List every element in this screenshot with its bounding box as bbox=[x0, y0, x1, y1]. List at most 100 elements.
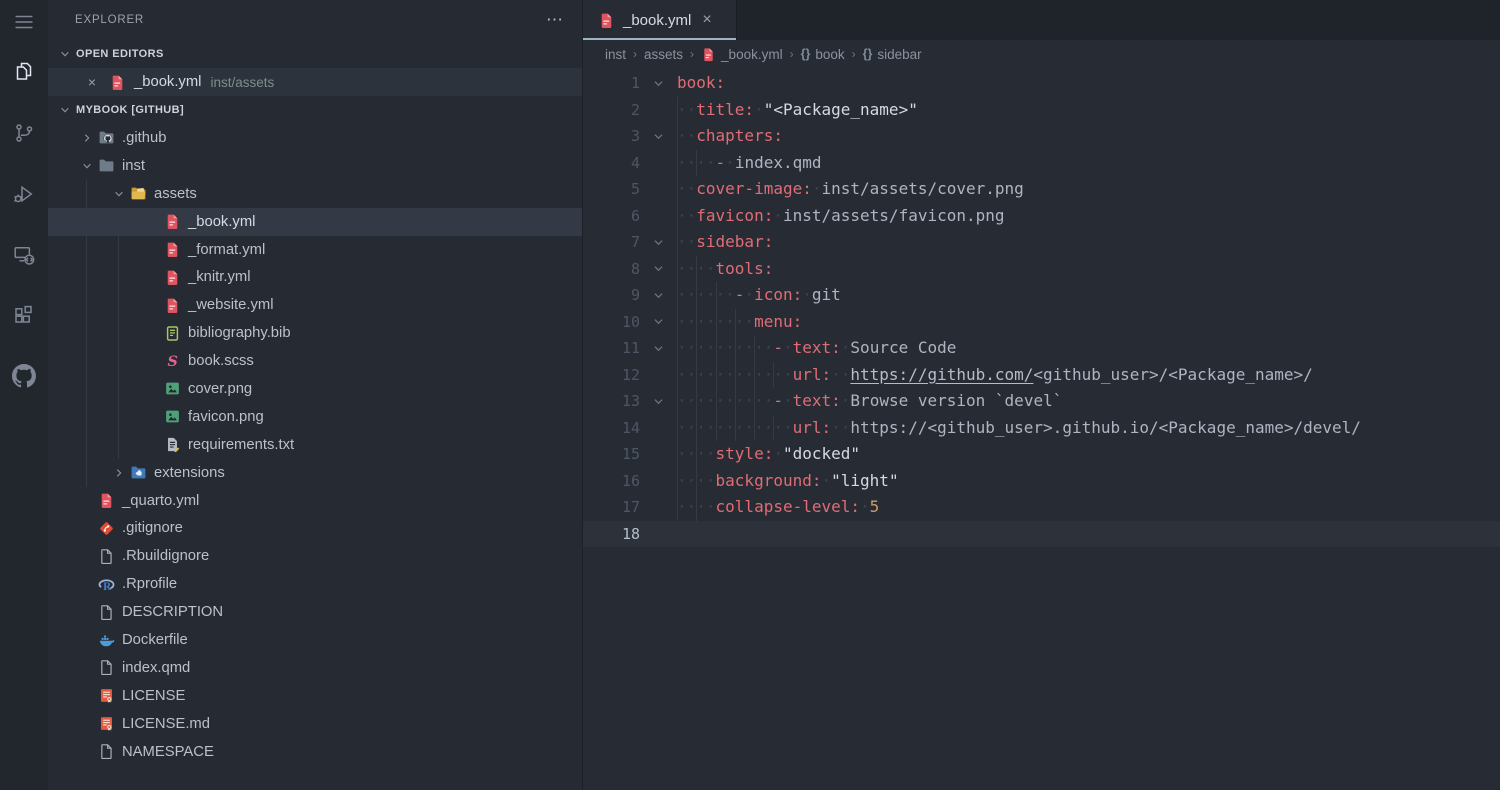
tree-item-bibliography-bib[interactable]: bibliography.bib bbox=[48, 319, 582, 347]
code-line-content[interactable]: ············url:··https://<github_user>.… bbox=[677, 415, 1500, 442]
tree-item-assets[interactable]: assets bbox=[48, 180, 582, 208]
code-line-content[interactable]: ····collapse-level:·5 bbox=[677, 494, 1500, 521]
explorer-titlebar: EXPLORER ⋯ bbox=[48, 0, 582, 40]
tree-item--rprofile[interactable]: R.Rprofile bbox=[48, 570, 582, 598]
code-line-content[interactable]: ··title:·"<Package_name>" bbox=[677, 97, 1500, 124]
source-control-icon[interactable] bbox=[0, 111, 48, 155]
whitespace-dot: · bbox=[802, 285, 812, 304]
tree-item-label: .Rbuildignore bbox=[122, 548, 209, 564]
tree-item-favicon-png[interactable]: favicon.png bbox=[48, 403, 582, 431]
line-number: 9 bbox=[583, 282, 640, 309]
fold-chevron-icon[interactable] bbox=[640, 229, 677, 256]
code-line-content[interactable]: ··········-·text:·Browse version `devel` bbox=[677, 388, 1500, 415]
breadcrumb-item-book[interactable]: {}book bbox=[801, 47, 845, 62]
tree-item-requirements-txt[interactable]: requirements.txt bbox=[48, 431, 582, 459]
tree-item--gitignore[interactable]: .gitignore bbox=[48, 514, 582, 542]
run-debug-icon[interactable] bbox=[0, 172, 48, 216]
code-line-content[interactable]: ········menu: bbox=[677, 309, 1500, 336]
indent-guide: ·· bbox=[735, 309, 754, 336]
indent-guide: ·· bbox=[677, 97, 696, 124]
code-line-content[interactable]: ····background:·"light" bbox=[677, 468, 1500, 495]
fold-chevron-icon[interactable] bbox=[640, 282, 677, 309]
extensions-icon[interactable] bbox=[0, 293, 48, 337]
code-line-content[interactable]: book: bbox=[677, 70, 1500, 97]
tree-item-inst[interactable]: inst bbox=[48, 152, 582, 180]
license-icon bbox=[98, 687, 115, 704]
more-actions-icon[interactable]: ⋯ bbox=[546, 15, 564, 25]
tree-item--website-yml[interactable]: _website.yml bbox=[48, 291, 582, 319]
code-token-val: inst/assets/favicon.png bbox=[783, 206, 1005, 225]
tree-item--book-yml[interactable]: _book.yml bbox=[48, 208, 582, 236]
close-icon[interactable]: × bbox=[84, 74, 100, 90]
whitespace-dot: ·· bbox=[831, 418, 850, 437]
tree-item--format-yml[interactable]: _format.yml bbox=[48, 236, 582, 264]
indent-guide: ·· bbox=[735, 335, 754, 362]
fold-chevron-icon[interactable] bbox=[640, 123, 677, 150]
chevron-down-icon[interactable] bbox=[76, 159, 98, 173]
chevron-right-icon[interactable] bbox=[108, 466, 130, 480]
code-line-content[interactable]: ··cover-image:·inst/assets/cover.png bbox=[677, 176, 1500, 203]
tree-item-description[interactable]: DESCRIPTION bbox=[48, 598, 582, 626]
code-token-key: text: bbox=[793, 338, 841, 357]
tab-book-yml[interactable]: _book.yml × bbox=[583, 0, 737, 40]
line-number: 3 bbox=[583, 123, 640, 150]
tree-item-license-md[interactable]: LICENSE.md bbox=[48, 710, 582, 738]
remote-icon[interactable] bbox=[0, 233, 48, 277]
breadcrumb-item-inst[interactable]: inst bbox=[605, 47, 626, 62]
open-editor-item[interactable]: × _book.yml inst/assets bbox=[48, 68, 582, 96]
tree-item-license[interactable]: LICENSE bbox=[48, 682, 582, 710]
code-line-content[interactable]: ······-·icon:·git bbox=[677, 282, 1500, 309]
code-editor[interactable]: 1book:2··title:·"<Package_name>"3··chapt… bbox=[583, 68, 1500, 790]
code-line-content[interactable]: ····style:·"docked" bbox=[677, 441, 1500, 468]
open-editors-header[interactable]: OPEN EDITORS bbox=[48, 40, 582, 68]
fold-chevron-icon[interactable] bbox=[640, 335, 677, 362]
tree-item--rbuildignore[interactable]: .Rbuildignore bbox=[48, 542, 582, 570]
chevron-down-icon[interactable] bbox=[54, 103, 76, 117]
tree-item-extensions[interactable]: extensions bbox=[48, 459, 582, 487]
url-link[interactable]: https://github.com/ bbox=[850, 365, 1033, 384]
code-line-content[interactable]: ············url:··https://github.com/<gi… bbox=[677, 362, 1500, 389]
chevron-right-icon[interactable] bbox=[76, 131, 98, 145]
fold-chevron-icon[interactable] bbox=[640, 70, 677, 97]
code-line-content[interactable]: ····-·index.qmd bbox=[677, 150, 1500, 177]
chevron-down-icon[interactable] bbox=[54, 47, 76, 61]
tree-item--github[interactable]: .github bbox=[48, 124, 582, 152]
breadcrumb-label: inst bbox=[605, 47, 626, 62]
workspace-header[interactable]: MYBOOK [GITHUB] bbox=[48, 96, 582, 124]
breadcrumb-item-assets[interactable]: assets bbox=[644, 47, 683, 62]
yaml-file-icon bbox=[598, 12, 615, 29]
breadcrumb-item--book-yml[interactable]: _book.yml bbox=[701, 47, 783, 62]
code-line-content[interactable]: ··sidebar: bbox=[677, 229, 1500, 256]
code-token-key: icon: bbox=[754, 285, 802, 304]
fold-chevron-icon[interactable] bbox=[640, 388, 677, 415]
tree-item--knitr-yml[interactable]: _knitr.yml bbox=[48, 263, 582, 291]
code-line-content[interactable] bbox=[677, 521, 1500, 548]
indent-guide: ·· bbox=[716, 335, 735, 362]
menu-icon[interactable] bbox=[0, 0, 48, 44]
code-line-15: 15····style:·"docked" bbox=[583, 441, 1500, 468]
tree-item-book-scss[interactable]: Sbook.scss bbox=[48, 347, 582, 375]
tree-item-label: _website.yml bbox=[188, 297, 274, 313]
tree-item-cover-png[interactable]: cover.png bbox=[48, 375, 582, 403]
code-line-content[interactable]: ··········-·text:·Source Code bbox=[677, 335, 1500, 362]
explorer-icon[interactable] bbox=[0, 49, 48, 93]
code-line-content[interactable]: ··chapters: bbox=[677, 123, 1500, 150]
tree-item-namespace[interactable]: NAMESPACE bbox=[48, 738, 582, 766]
indent-guide: ·· bbox=[696, 415, 715, 442]
r-icon: R bbox=[98, 576, 115, 593]
fold-gutter bbox=[640, 415, 677, 442]
fold-chevron-icon[interactable] bbox=[640, 309, 677, 336]
github-icon[interactable] bbox=[0, 354, 48, 398]
tree-item--quarto-yml[interactable]: _quarto.yml bbox=[48, 487, 582, 515]
breadcrumb-item-sidebar[interactable]: {}sidebar bbox=[863, 47, 922, 62]
whitespace-dot: · bbox=[744, 285, 754, 304]
code-token-key: tools: bbox=[716, 259, 774, 278]
code-token-dash: - bbox=[716, 153, 726, 172]
fold-chevron-icon[interactable] bbox=[640, 256, 677, 283]
tree-item-index-qmd[interactable]: index.qmd bbox=[48, 654, 582, 682]
code-line-content[interactable]: ····tools: bbox=[677, 256, 1500, 283]
code-line-content[interactable]: ··favicon:·inst/assets/favicon.png bbox=[677, 203, 1500, 230]
chevron-down-icon[interactable] bbox=[108, 187, 130, 201]
close-icon[interactable]: × bbox=[702, 11, 711, 29]
tree-item-dockerfile[interactable]: Dockerfile bbox=[48, 626, 582, 654]
